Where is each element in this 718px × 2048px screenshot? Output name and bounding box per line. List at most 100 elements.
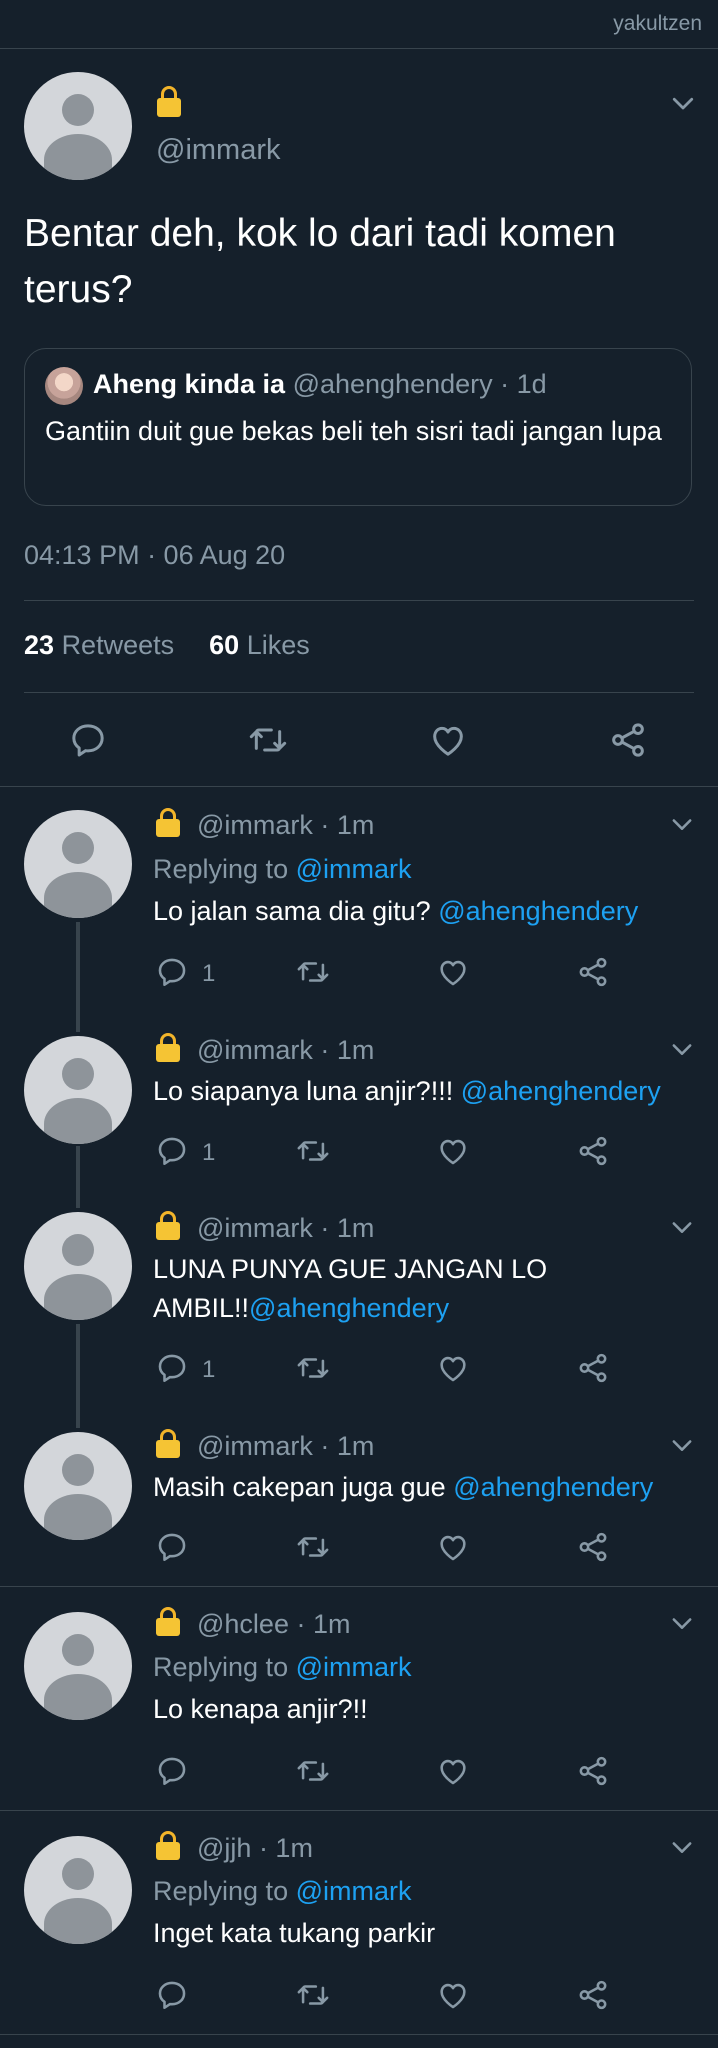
reply-text-line1: LUNA PUNYA GUE JANGAN LO [153, 1254, 548, 1284]
like-icon[interactable] [436, 1754, 470, 1788]
reply-text-line2: AMBIL!!@ahenghendery [153, 1293, 449, 1324]
replying-to-handle[interactable]: @immark [296, 1876, 412, 1906]
share-icon[interactable] [608, 720, 648, 760]
lock-icon [155, 808, 181, 840]
thread-line [76, 1324, 80, 1428]
reply-handle[interactable]: @immark [197, 1213, 313, 1243]
reply-handle[interactable]: @jjh [197, 1833, 251, 1863]
quote-text: Gantiin duit gue bekas beli teh sisri ta… [45, 416, 662, 446]
quote-author-handle: @ahenghendery [292, 369, 493, 399]
reply-icon[interactable] [68, 720, 108, 760]
chevron-down-icon[interactable] [668, 88, 698, 118]
reply-icon[interactable] [155, 1530, 189, 1564]
retweet-icon[interactable] [296, 1134, 330, 1168]
author-handle[interactable]: @immark [156, 134, 280, 167]
reply-header: @immark · 1m [197, 1213, 374, 1244]
replying-to: Replying to @immark [153, 1876, 412, 1907]
reply-handle[interactable]: @immark [197, 1035, 313, 1065]
divider [0, 1810, 718, 1811]
top-divider [0, 48, 718, 49]
reply-icon[interactable] [155, 1754, 189, 1788]
avatar[interactable] [24, 1212, 132, 1320]
mention-link[interactable]: @ahenghendery [438, 896, 638, 926]
chevron-down-icon[interactable] [668, 1213, 696, 1241]
thread-line [76, 1146, 80, 1208]
chevron-down-icon[interactable] [668, 810, 696, 838]
retweet-icon[interactable] [296, 1530, 330, 1564]
chevron-down-icon[interactable] [668, 1035, 696, 1063]
retweets-stat[interactable]: 23 Retweets [24, 630, 174, 660]
replying-to-handle[interactable]: @immark [296, 854, 412, 884]
chevron-down-icon[interactable] [668, 1609, 696, 1637]
reply-text: Lo jalan sama dia gitu? @ahenghendery [153, 896, 638, 927]
retweet-icon[interactable] [296, 955, 330, 989]
like-icon[interactable] [436, 1530, 470, 1564]
avatar[interactable] [24, 1836, 132, 1944]
reply-count: 1 [202, 960, 216, 987]
like-icon[interactable] [436, 1351, 470, 1385]
share-icon[interactable] [576, 1134, 610, 1168]
reply-handle[interactable]: @hclee [197, 1609, 289, 1639]
lock-icon [155, 1429, 181, 1461]
reply-text: Masih cakepan juga gue @ahenghendery [153, 1472, 653, 1503]
likes-count: 60 [209, 630, 240, 660]
retweets-count: 23 [24, 630, 55, 660]
share-icon[interactable] [576, 1530, 610, 1564]
replying-to-handle[interactable]: @immark [296, 1652, 412, 1682]
like-icon[interactable] [428, 720, 468, 760]
share-icon[interactable] [576, 1754, 610, 1788]
retweet-icon[interactable] [296, 1754, 330, 1788]
reply-icon[interactable] [155, 1978, 189, 2012]
reply-text: Lo kenapa anjir?!! [153, 1694, 368, 1724]
replying-label: Replying to [153, 854, 289, 884]
avatar[interactable] [24, 810, 132, 918]
like-icon[interactable] [436, 955, 470, 989]
chevron-down-icon[interactable] [668, 1833, 696, 1861]
share-icon[interactable] [576, 1978, 610, 2012]
lock-icon [155, 1211, 181, 1243]
share-icon[interactable] [576, 955, 610, 989]
divider [24, 692, 694, 693]
retweet-icon[interactable] [248, 720, 288, 760]
quoted-tweet[interactable]: Aheng kinda ia @ahenghendery · 1d Gantii… [24, 348, 692, 506]
likes-stat[interactable]: 60 Likes [209, 630, 310, 660]
share-icon[interactable] [576, 1351, 610, 1385]
divider [24, 600, 694, 601]
mention-link[interactable]: @ahenghendery [249, 1293, 449, 1323]
replying-to: Replying to @immark [153, 854, 412, 885]
reply-body: Masih cakepan juga gue [153, 1472, 446, 1502]
mention-link[interactable]: @ahenghendery [453, 1472, 653, 1502]
avatar[interactable] [24, 1612, 132, 1720]
reply-handle[interactable]: @immark [197, 1431, 313, 1461]
retweet-icon[interactable] [296, 1351, 330, 1385]
reply-time: · 1m [320, 1213, 375, 1243]
reply-handle[interactable]: @immark [197, 810, 313, 840]
lock-icon [155, 1607, 181, 1639]
retweet-icon[interactable] [296, 1978, 330, 2012]
like-icon[interactable] [436, 1134, 470, 1168]
likes-label: Likes [246, 630, 310, 660]
mention-link[interactable]: @ahenghendery [461, 1076, 661, 1106]
lock-icon [156, 86, 182, 120]
reply-icon[interactable] [155, 955, 189, 989]
like-icon[interactable] [436, 1978, 470, 2012]
watermark: yakultzen [613, 12, 702, 35]
reply-count: 1 [202, 1139, 216, 1166]
chevron-down-icon[interactable] [668, 1431, 696, 1459]
reply-time: · 1m [320, 810, 375, 840]
reply-body: Lo siapanya luna anjir?!!! [153, 1076, 454, 1106]
avatar[interactable] [24, 72, 132, 180]
divider [0, 1586, 718, 1587]
reply-icon[interactable] [155, 1134, 189, 1168]
thread-line [76, 922, 80, 1032]
reply-icon[interactable] [155, 1351, 189, 1385]
reply-header: @immark · 1m [197, 810, 374, 841]
replying-label: Replying to [153, 1876, 289, 1906]
reply-text: Lo siapanya luna anjir?!!! @ahenghendery [153, 1076, 661, 1107]
avatar[interactable] [24, 1432, 132, 1540]
avatar[interactable] [24, 1036, 132, 1144]
reply-body: AMBIL!! [153, 1293, 250, 1323]
reply-header: @jjh · 1m [197, 1833, 313, 1864]
reply-time: · 1m [258, 1833, 313, 1863]
tweet-text: Bentar deh, kok lo dari tadi komen terus… [24, 212, 616, 311]
